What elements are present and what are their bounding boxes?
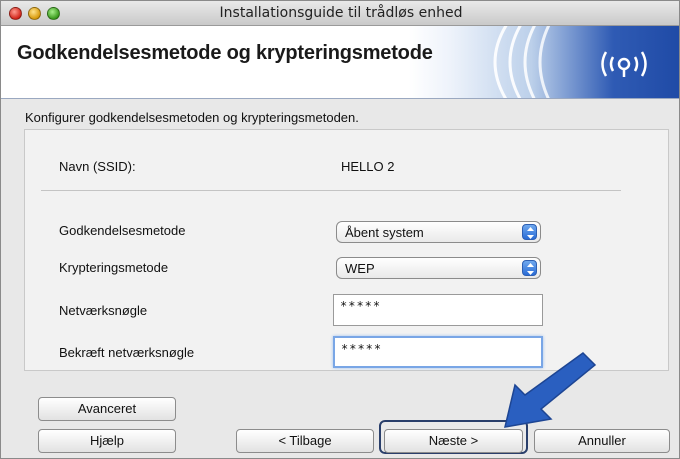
updown-arrows-icon (522, 260, 537, 276)
page-title: Godkendelsesmetode og krypteringsmetode (17, 42, 433, 64)
encryption-method-label: Krypteringsmetode (59, 260, 169, 275)
cancel-button[interactable]: Annuller (534, 429, 670, 453)
title-bar: Installationsguide til trådløs enhed (1, 1, 679, 26)
window-title: Installationsguide til trådløs enhed (219, 5, 463, 21)
next-button[interactable]: Næste > (384, 429, 523, 453)
network-key-label: Netværksnøgle (59, 303, 148, 318)
auth-method-label: Godkendelsesmetode (59, 223, 186, 238)
pointer-arrow-icon (504, 352, 597, 428)
divider (41, 190, 621, 191)
help-button[interactable]: Hjælp (38, 429, 176, 453)
confirm-key-value: ***** (341, 342, 383, 356)
auth-method-select[interactable]: Åbent system (336, 221, 541, 243)
wireless-signal-icon (493, 26, 647, 98)
header-banner: Godkendelsesmetode og krypteringsmetode (1, 26, 679, 99)
ssid-label: Navn (SSID): (59, 159, 136, 174)
confirm-key-label: Bekræft netværksnøgle (59, 345, 195, 360)
network-key-field[interactable]: ***** (333, 294, 543, 326)
encryption-method-select[interactable]: WEP (336, 257, 541, 279)
installer-window: Installationsguide til trådløs enhed God… (0, 0, 680, 459)
instruction-text: Konfigurer godkendelsesmetoden og krypte… (25, 110, 359, 125)
ssid-value: HELLO 2 (341, 159, 395, 174)
back-button[interactable]: < Tilbage (236, 429, 374, 453)
encryption-method-value: WEP (345, 261, 375, 276)
auth-method-value: Åbent system (345, 225, 424, 240)
advanced-button[interactable]: Avanceret (38, 397, 176, 421)
updown-arrows-icon (522, 224, 537, 240)
network-key-value: ***** (340, 299, 382, 313)
